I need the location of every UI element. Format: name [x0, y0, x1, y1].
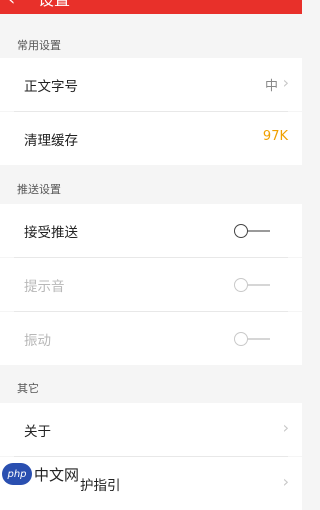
sound-row: 提示音	[0, 258, 302, 311]
sound-toggle	[234, 278, 270, 292]
toggle-knob	[234, 224, 248, 238]
vibrate-row: 振动	[0, 312, 302, 365]
section-header-other: 其它	[0, 373, 302, 401]
watermark-logo: php	[2, 463, 32, 485]
accept-push-toggle[interactable]	[234, 224, 270, 238]
watermark: php 中文网	[0, 462, 79, 486]
chevron-right-icon: ›	[282, 418, 289, 437]
section-header-common: 常用设置	[0, 30, 302, 58]
about-row[interactable]: 关于 ›	[0, 403, 302, 456]
clear-cache-row[interactable]: 清理缓存 97K	[0, 112, 302, 165]
section-title: 常用设置	[17, 39, 61, 52]
top-bar: ‹ 设置	[0, 0, 302, 14]
font-size-value: 中	[264, 79, 278, 94]
clear-cache-label: 清理缓存	[24, 133, 78, 149]
about-label: 关于	[24, 424, 51, 440]
accept-push-label: 接受推送	[24, 225, 78, 241]
vibrate-label: 振动	[24, 333, 51, 349]
cache-size-value: 97K	[262, 129, 288, 144]
section-title: 推送设置	[17, 183, 61, 196]
watermark-text: 中文网	[34, 465, 80, 484]
sound-label: 提示音	[24, 279, 65, 295]
font-size-row[interactable]: 正文字号 中 ›	[0, 58, 302, 111]
accept-push-row[interactable]: 接受推送	[0, 204, 302, 257]
chevron-right-icon: ›	[282, 73, 289, 92]
font-size-label: 正文字号	[24, 79, 78, 95]
chevron-right-icon: ›	[282, 472, 289, 491]
vibrate-toggle	[234, 332, 270, 346]
page-title: 设置	[38, 0, 70, 9]
back-icon[interactable]: ‹	[8, 0, 15, 9]
guide-label: 护指引	[80, 478, 121, 494]
section-header-push: 推送设置	[0, 174, 302, 202]
toggle-knob	[234, 278, 248, 292]
toggle-knob	[234, 332, 248, 346]
section-title: 其它	[17, 382, 39, 395]
